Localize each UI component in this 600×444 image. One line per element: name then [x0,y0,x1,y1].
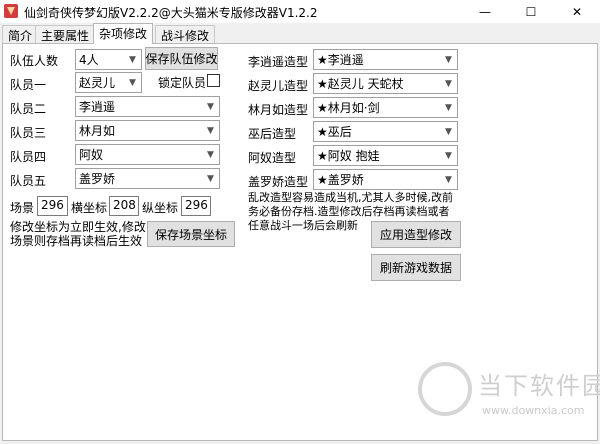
y-coord-input[interactable]: 296 [181,196,211,216]
member-4-label: 队员四 [10,150,47,164]
tab-label: 主要属性 [41,29,90,43]
chevron-down-icon: ▼ [445,174,452,185]
member-1-select[interactable]: 赵灵儿 ▼ [75,72,142,93]
tab-misc[interactable]: 杂项修改 [93,23,154,44]
chevron-down-icon: ▼ [129,54,136,65]
member-5-select[interactable]: 盖罗娇 ▼ [75,168,220,189]
tab-label: 战斗修改 [161,29,210,43]
member-1-value: 赵灵儿 [79,76,116,90]
chevron-down-icon: ▼ [445,102,452,113]
tab-label: 简介 [8,29,33,43]
window-title: 仙剑奇侠传梦幻版V2.2.2@大头猫米专版修改器V1.2.2 [24,6,318,20]
tab-intro[interactable]: 简介 [2,25,39,43]
watermark-logo-icon [418,362,472,416]
model-label-1: 李逍遥造型 [248,55,309,69]
model-label-6: 盖罗娇造型 [248,175,309,189]
model-select-4[interactable]: ★巫后 ▼ [313,121,458,142]
refresh-game-data-button-label: 刷新游戏数据 [379,261,452,275]
chevron-down-icon: ▼ [207,149,214,160]
member-4-select[interactable]: 阿奴 ▼ [75,144,220,165]
close-icon: ✕ [571,4,583,19]
model-label-5: 阿奴造型 [248,151,297,165]
member-3-select[interactable]: 林月如 ▼ [75,120,220,141]
minimize-icon: — [479,4,491,19]
watermark-url: www.downxia.com [482,404,585,417]
model-value-2: ★赵灵儿 天蛇杖 [317,77,404,91]
member-1-label: 队员一 [10,78,47,92]
party-count-label: 队伍人数 [10,54,59,68]
model-label-2: 赵灵儿造型 [248,79,309,93]
member-2-select[interactable]: 李逍遥 ▼ [75,96,220,117]
chevron-down-icon: ▼ [207,125,214,136]
watermark-text: 当下软件园 [478,372,600,400]
chevron-down-icon: ▼ [129,77,136,88]
chevron-down-icon: ▼ [445,54,452,65]
scene-label: 场景 [10,201,35,215]
save-scene-button[interactable]: 保存场景坐标 [147,221,235,247]
y-coord-label: 纵坐标 [142,201,179,215]
model-select-1[interactable]: ★李逍遥 ▼ [313,49,458,70]
member-3-value: 林月如 [79,124,116,138]
chevron-down-icon: ▼ [445,78,452,89]
save-scene-button-label: 保存场景坐标 [154,227,227,242]
scene-note: 修改坐标为立即生效,修改 场景则存档再读档后生效 [10,220,146,248]
chevron-down-icon: ▼ [445,126,452,137]
party-count-select[interactable]: 4人 ▼ [75,49,142,70]
apply-model-button[interactable]: 应用造型修改 [371,221,461,248]
member-3-label: 队员三 [10,126,47,140]
lock-member-label: 锁定队员 [158,76,207,90]
maximize-icon: ☐ [525,4,537,19]
lock-member-checkbox[interactable] [207,74,220,87]
chevron-down-icon: ▼ [445,150,452,161]
maximize-button[interactable]: ☐ [508,0,554,23]
member-4-value: 阿奴 [79,148,104,162]
apply-model-button-label: 应用造型修改 [379,228,452,242]
x-coord-input[interactable]: 208 [109,196,139,216]
tab-label: 杂项修改 [99,27,148,41]
model-select-3[interactable]: ★林月如·剑 ▼ [313,97,458,118]
close-button[interactable]: ✕ [554,0,600,23]
member-5-label: 队员五 [10,174,47,188]
minimize-button[interactable]: — [462,0,508,23]
model-select-2[interactable]: ★赵灵儿 天蛇杖 ▼ [313,73,458,94]
model-value-4: ★巫后 [317,125,352,139]
model-value-3: ★林月如·剑 [317,101,380,115]
party-count-value: 4人 [79,53,99,67]
model-label-4: 巫后造型 [248,127,297,141]
model-label-3: 林月如造型 [248,103,309,117]
save-party-button-label: 保存队伍修改 [145,52,218,66]
chevron-down-icon: ▼ [207,173,214,184]
tab-battle[interactable]: 战斗修改 [155,25,216,43]
refresh-game-data-button[interactable]: 刷新游戏数据 [371,254,461,281]
tab-main-attributes[interactable]: 主要属性 [35,25,96,43]
model-value-1: ★李逍遥 [317,53,364,67]
model-value-5: ★阿奴 抱娃 [317,149,380,163]
member-2-label: 队员二 [10,102,47,116]
member-5-value: 盖罗娇 [79,172,116,186]
app-icon [3,3,19,19]
scene-input[interactable]: 296 [37,196,68,216]
member-2-value: 李逍遥 [79,100,116,114]
chevron-down-icon: ▼ [207,101,214,112]
title-bar: 仙剑奇侠传梦幻版V2.2.2@大头猫米专版修改器V1.2.2 — ☐ ✕ [0,0,600,23]
model-value-6: ★盖罗娇 [317,173,364,187]
x-coord-label: 横坐标 [71,201,108,215]
model-select-6[interactable]: ★盖罗娇 ▼ [313,169,458,190]
model-select-5[interactable]: ★阿奴 抱娃 ▼ [313,145,458,166]
save-party-button[interactable]: 保存队伍修改 [145,47,218,70]
